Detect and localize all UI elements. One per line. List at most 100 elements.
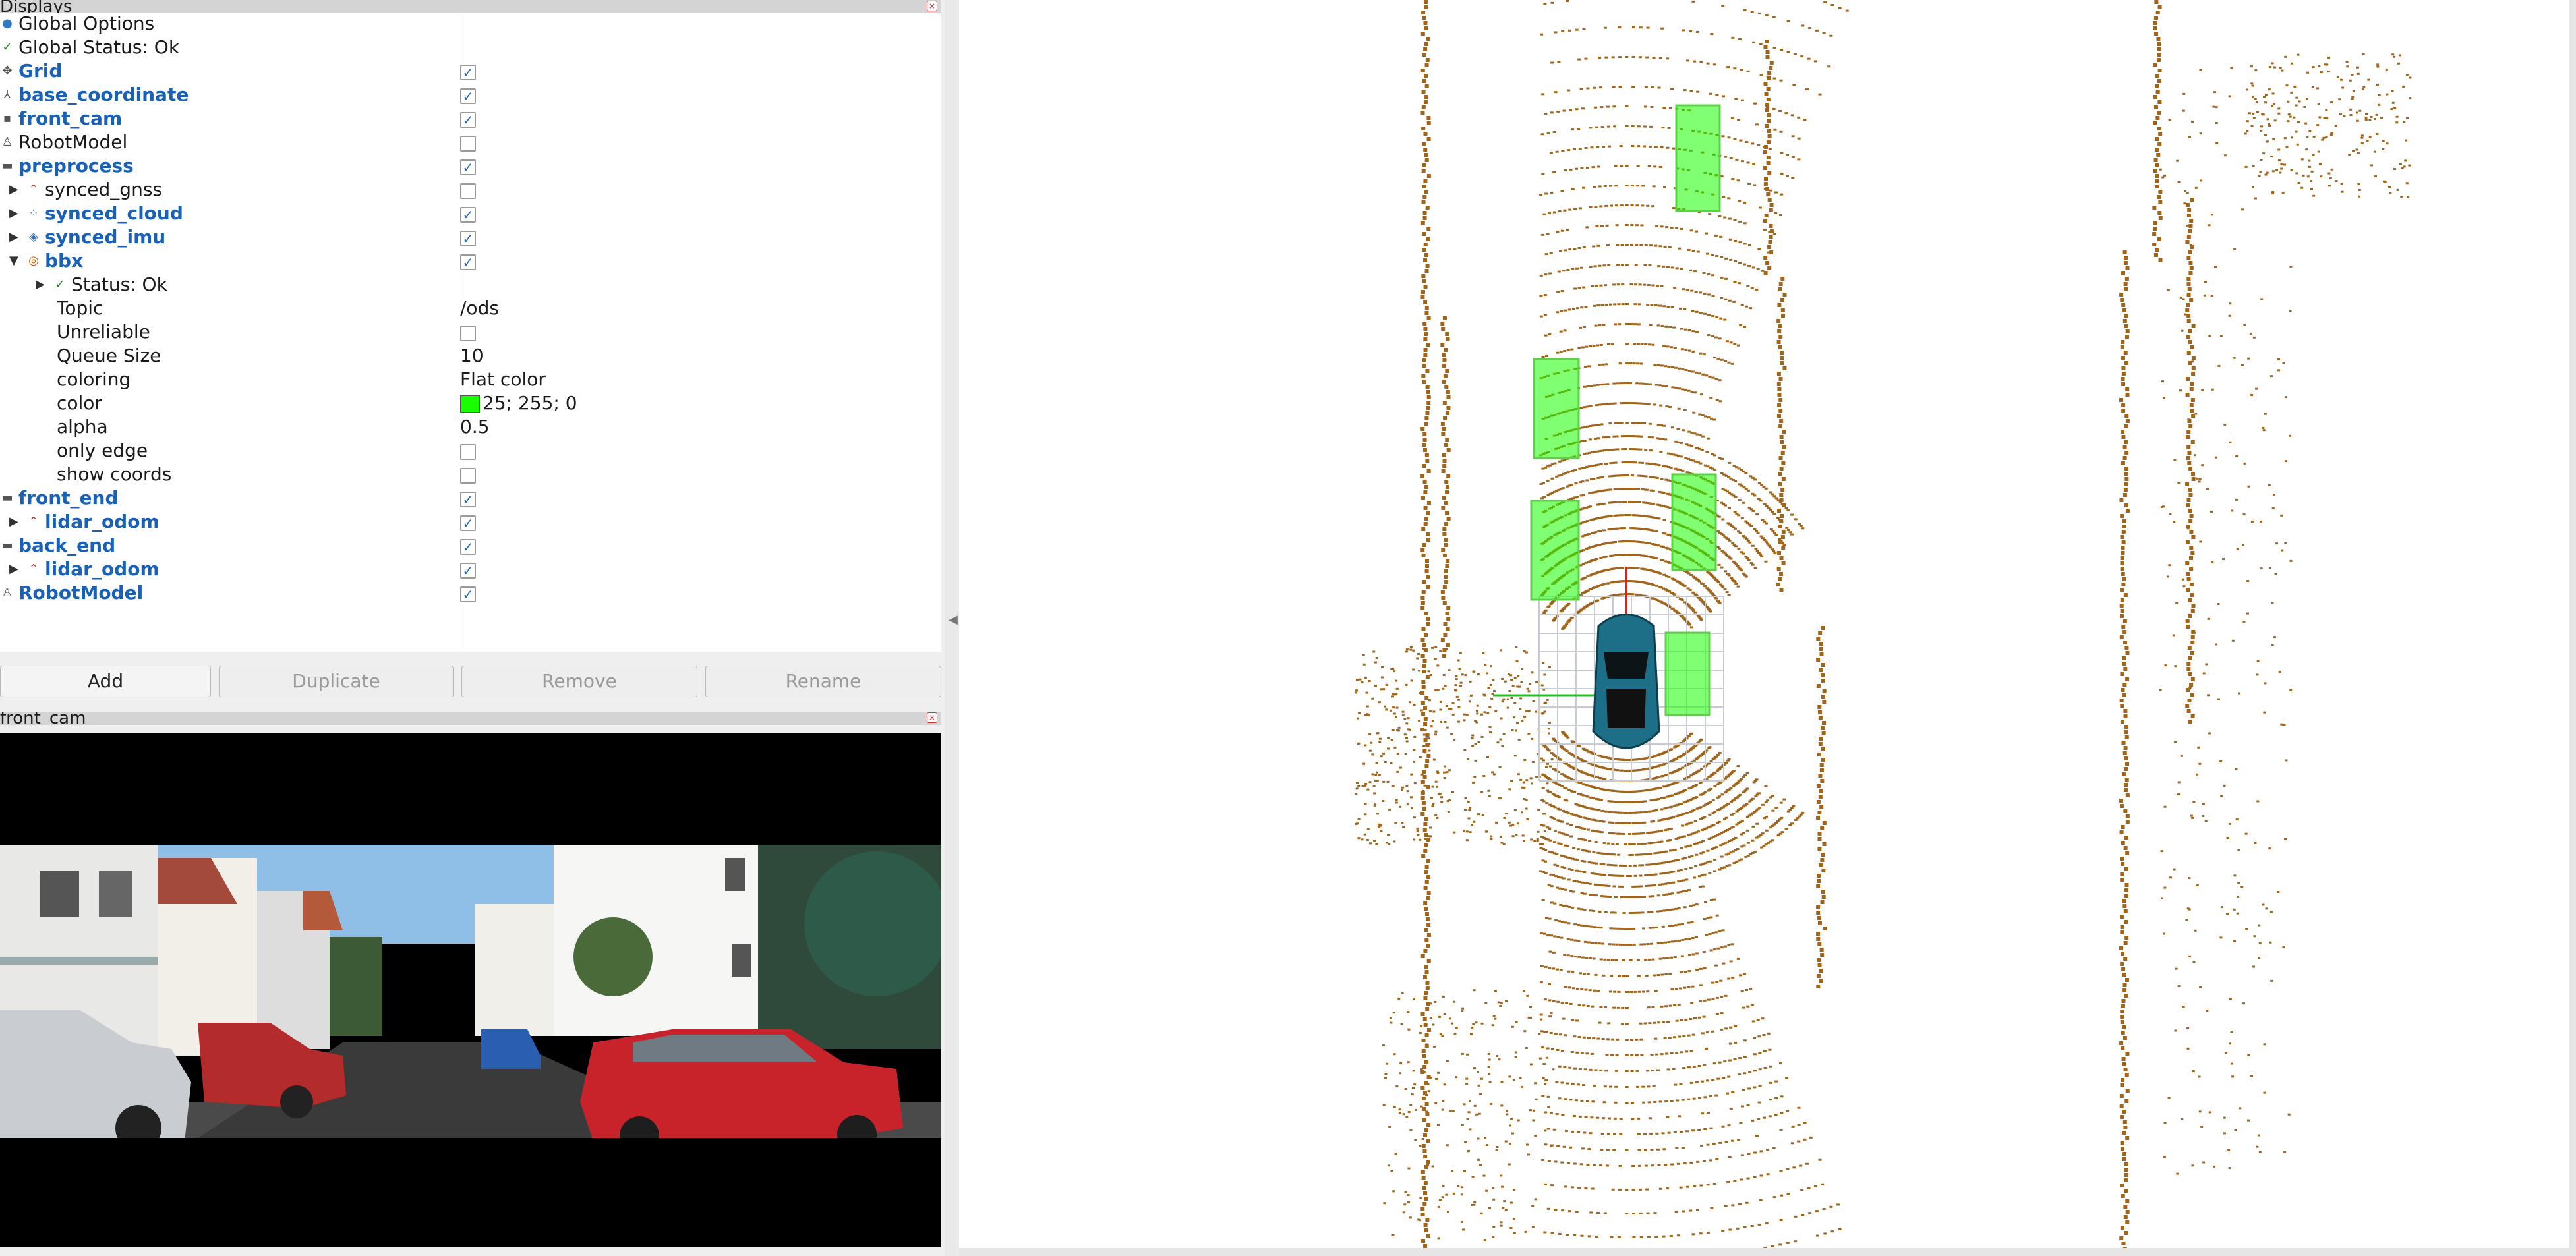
tree-row-label: synced_cloud: [45, 202, 183, 224]
panel-splitter[interactable]: ◀: [945, 0, 959, 1256]
path-icon: ⌃: [28, 562, 39, 576]
expand-arrow-icon[interactable]: ▶: [9, 225, 22, 249]
grid-checkbox[interactable]: ✓: [460, 65, 476, 80]
property-label: Unreliable: [57, 321, 150, 343]
tree-row-synced-imu[interactable]: ▶ ◈ synced_imu ✓: [0, 225, 941, 249]
duplicate-button[interactable]: Duplicate: [219, 666, 454, 697]
robot-icon: ♙: [1, 135, 13, 149]
camera-view[interactable]: [0, 733, 941, 1247]
folder-icon: ▬: [1, 538, 13, 552]
lidar-odom-back-checkbox[interactable]: ✓: [460, 563, 476, 579]
splitter-arrow-icon[interactable]: ◀: [949, 613, 958, 627]
lidar-odom-front-checkbox[interactable]: ✓: [460, 515, 476, 531]
camera-panel-title: front_cam ×: [0, 712, 941, 725]
property-topic[interactable]: Topic /ods: [0, 297, 941, 320]
expand-arrow-icon[interactable]: ▶: [9, 557, 22, 581]
property-value[interactable]: Flat color: [460, 368, 546, 391]
add-button[interactable]: Add: [0, 666, 211, 697]
preprocess-checkbox[interactable]: ✓: [460, 159, 476, 175]
color-swatch[interactable]: [460, 395, 480, 413]
bbox-icon: ◎: [28, 254, 39, 268]
back-end-checkbox[interactable]: ✓: [460, 539, 476, 555]
tree-row-label: RobotModel: [18, 582, 144, 604]
property-value[interactable]: 10: [460, 344, 484, 368]
property-label: show coords: [57, 463, 172, 485]
close-displays-icon[interactable]: ×: [927, 1, 937, 11]
tree-row-lidar-odom-front[interactable]: ▶ ⌃ lidar_odom ✓: [0, 510, 941, 534]
tree-row-preprocess[interactable]: ▬ preprocess ✓: [0, 154, 941, 178]
tree-row-front-end[interactable]: ▬ front_end ✓: [0, 486, 941, 510]
check-icon: ✓: [55, 277, 65, 291]
tree-row-label: preprocess: [18, 155, 134, 177]
tree-row-back-end[interactable]: ▬ back_end ✓: [0, 534, 941, 557]
only-edge-checkbox[interactable]: [460, 444, 476, 460]
close-camera-icon[interactable]: ×: [927, 712, 937, 723]
tree-row-robotmodel-2[interactable]: ♙ RobotModel ✓: [0, 581, 941, 605]
property-value[interactable]: 25; 255; 0: [460, 391, 577, 415]
base-coordinate-checkbox[interactable]: ✓: [460, 88, 476, 104]
property-value[interactable]: 0.5: [460, 415, 490, 439]
front-cam-checkbox[interactable]: ✓: [460, 112, 476, 128]
tree-row-grid[interactable]: ✥ Grid ✓: [0, 59, 941, 83]
property-coloring[interactable]: coloring Flat color: [0, 368, 941, 391]
front-end-checkbox[interactable]: ✓: [460, 492, 476, 507]
expand-arrow-icon[interactable]: ▶: [36, 273, 49, 297]
synced-gnss-checkbox[interactable]: [460, 183, 476, 199]
expand-arrow-icon[interactable]: ▶: [9, 510, 22, 534]
tree-row-label: back_end: [18, 534, 116, 556]
tree-row-label: front_cam: [18, 107, 123, 129]
property-label: Topic: [57, 297, 103, 319]
property-only-edge[interactable]: only edge: [0, 439, 941, 463]
remove-button[interactable]: Remove: [461, 666, 697, 697]
robotmodel-checkbox[interactable]: [460, 136, 476, 152]
rename-button[interactable]: Rename: [705, 666, 941, 697]
property-queue-size[interactable]: Queue Size 10: [0, 344, 941, 368]
camera-image: [0, 733, 941, 1247]
tree-row-synced-cloud[interactable]: ▶ ⁘ synced_cloud ✓: [0, 202, 941, 225]
tree-row-label: Global Status: Ok: [18, 36, 180, 58]
property-show-coords[interactable]: show coords: [0, 463, 941, 486]
tree-row-label: Status: Ok: [71, 273, 167, 295]
displays-title-text: Displays: [0, 0, 73, 13]
imu-icon: ◈: [29, 230, 38, 244]
axes-icon: ⅄: [3, 88, 11, 101]
bbx-checkbox[interactable]: ✓: [460, 254, 476, 270]
property-alpha[interactable]: alpha 0.5: [0, 415, 941, 439]
tree-row-bbx[interactable]: ▼ ◎ bbx ✓: [0, 249, 941, 273]
synced-cloud-checkbox[interactable]: ✓: [460, 207, 476, 223]
bounding-box: [1530, 500, 1580, 601]
property-label: color: [57, 392, 102, 414]
robot-icon: ♙: [1, 586, 13, 600]
displays-button-row: Add Duplicate Remove Rename: [0, 666, 941, 697]
collapse-arrow-icon[interactable]: ▼: [9, 249, 22, 273]
bounding-box: [1675, 104, 1721, 212]
tree-row-base-coordinate[interactable]: ⅄ base_coordinate ✓: [0, 83, 941, 107]
expand-arrow-icon[interactable]: ▶: [9, 202, 22, 225]
tree-row-robotmodel[interactable]: ♙ RobotModel: [0, 130, 941, 154]
lidar-point-cloud: [1355, 0, 2412, 1248]
tree-row-global-options[interactable]: ● Global Options: [0, 12, 941, 36]
tree-row-global-status[interactable]: ✓ Global Status: Ok: [0, 36, 941, 59]
robotmodel-2-checkbox[interactable]: ✓: [460, 586, 476, 602]
path-icon: ⌃: [28, 183, 39, 196]
synced-imu-checkbox[interactable]: ✓: [460, 231, 476, 246]
tree-row-synced-gnss[interactable]: ▶ ⌃ synced_gnss: [0, 178, 941, 202]
tree-row-bbx-status[interactable]: ▶ ✓ Status: Ok: [0, 273, 941, 297]
tree-row-label: RobotModel: [18, 131, 128, 153]
right-edge-strip: [2569, 0, 2576, 1256]
folder-icon: ▬: [1, 491, 13, 505]
render-3d-view[interactable]: [959, 0, 2569, 1248]
property-value[interactable]: /ods: [460, 297, 499, 320]
tree-row-front-cam[interactable]: ▪ front_cam ✓: [0, 107, 941, 130]
expand-arrow-icon[interactable]: ▶: [9, 178, 22, 202]
tree-row-label: bbx: [45, 250, 84, 271]
show-coords-checkbox[interactable]: [460, 468, 476, 484]
tree-row-label: lidar_odom: [45, 511, 160, 532]
tree-row-label: Grid: [18, 60, 63, 82]
property-unreliable[interactable]: Unreliable: [0, 320, 941, 344]
tree-row-lidar-odom-back[interactable]: ▶ ⌃ lidar_odom ✓: [0, 557, 941, 581]
grid-icon: ✥: [2, 64, 13, 78]
unreliable-checkbox[interactable]: [460, 326, 476, 341]
property-color[interactable]: color 25; 255; 0: [0, 391, 941, 415]
bottom-edge-strip: [959, 1248, 2576, 1256]
